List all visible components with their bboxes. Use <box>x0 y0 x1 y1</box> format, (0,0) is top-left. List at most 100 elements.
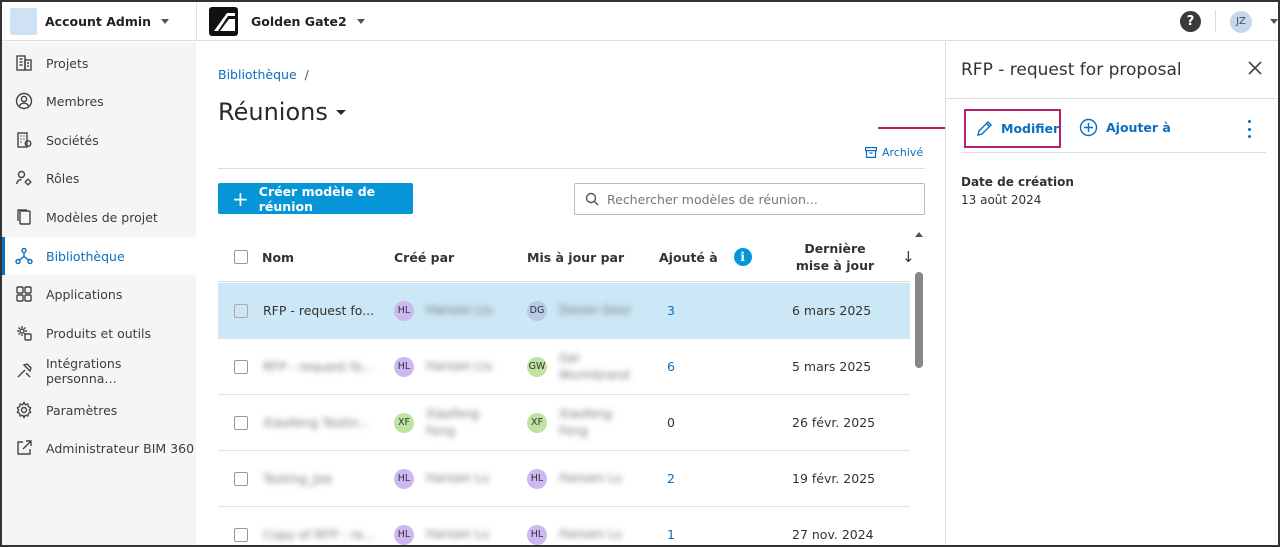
external-link-icon <box>14 438 34 458</box>
scroll-up-icon[interactable] <box>915 232 923 237</box>
table-row[interactable]: Xiaofeng Testin... XF Xiaofeng Feng XF X… <box>218 395 910 451</box>
search-box[interactable] <box>574 183 925 215</box>
modify-button[interactable]: Modifier <box>964 109 1061 148</box>
template-icon <box>14 207 34 227</box>
main-content: Bibliothèque / Réunions Archivé + Créer m… <box>196 42 945 545</box>
row-added-count[interactable]: 6 <box>667 339 675 394</box>
breadcrumb: Bibliothèque / <box>218 67 309 82</box>
modify-label: Modifier <box>1001 121 1060 136</box>
add-to-button[interactable]: Ajouter à <box>1079 118 1171 137</box>
row-updated-by: HL Hansen Lu <box>527 451 622 506</box>
avatar: HL <box>527 468 547 489</box>
sidebar-item-projets[interactable]: Projets <box>2 44 196 82</box>
divider <box>1215 10 1216 32</box>
account-switcher[interactable]: Account Admin <box>10 6 170 36</box>
row-checkbox[interactable] <box>234 395 248 450</box>
sidebar: Projets Membres Sociétés Rôles Modèles d… <box>2 42 196 545</box>
pencil-icon <box>976 120 993 137</box>
sidebar-item-membres[interactable]: Membres <box>2 82 196 120</box>
sidebar-item-integrations[interactable]: Intégrations personna… <box>2 352 196 390</box>
sidebar-item-societes[interactable]: Sociétés <box>2 121 196 159</box>
row-created-by: HL Hansen Lu <box>394 507 489 545</box>
close-icon[interactable] <box>1246 59 1264 77</box>
select-all-checkbox[interactable] <box>234 232 248 282</box>
page-title-text: Réunions <box>218 98 328 126</box>
row-added-count[interactable]: 2 <box>667 451 675 506</box>
details-panel: RFP - request for proposal Modifier Ajou… <box>945 42 1278 545</box>
row-date: 26 févr. 2025 <box>792 415 876 430</box>
avatar: XF <box>527 412 547 433</box>
column-updated-by[interactable]: Mis à jour par <box>527 232 624 282</box>
avatar: GW <box>527 356 547 377</box>
library-icon <box>14 246 34 266</box>
create-button-label: Créer modèle de réunion <box>258 183 376 214</box>
row-checkbox[interactable] <box>234 339 248 394</box>
table-header: Nom Créé par Mis à jour par Ajouté à i D… <box>218 232 915 282</box>
row-added-count[interactable]: 3 <box>667 283 675 338</box>
row-added-count[interactable]: 1 <box>667 507 675 545</box>
column-created-by[interactable]: Créé par <box>394 232 454 282</box>
sidebar-item-label: Bibliothèque <box>46 248 125 264</box>
panel-title: RFP - request for proposal <box>961 60 1182 80</box>
search-input[interactable] <box>607 191 907 207</box>
person-name: Hansen Lu <box>559 471 623 485</box>
user-circle-icon <box>14 91 34 111</box>
row-checkbox[interactable] <box>234 507 248 545</box>
create-meeting-template-button[interactable]: + Créer modèle de réunion <box>218 183 413 214</box>
sort-descending-icon[interactable]: ↓ <box>902 248 915 266</box>
divider <box>961 152 1266 153</box>
row-name[interactable]: Testing_Joe <box>263 451 332 506</box>
sidebar-item-bibliotheque[interactable]: Bibliothèque <box>2 237 196 275</box>
sidebar-item-bim360-admin[interactable]: Administrateur BIM 360 <box>2 429 196 467</box>
sidebar-item-applications[interactable]: Applications <box>2 275 196 313</box>
avatar: HL <box>527 524 547 545</box>
sidebar-item-label: Modèles de projet <box>46 209 158 225</box>
person-name: Xiaofeng Feng <box>559 406 613 438</box>
chevron-down-icon[interactable] <box>1270 19 1278 24</box>
page-title[interactable]: Réunions <box>218 98 346 126</box>
apps-grid-icon <box>14 284 34 304</box>
avatar: HL <box>394 524 414 545</box>
row-name[interactable]: RFP - request fo... <box>263 339 374 394</box>
company-icon <box>14 130 34 150</box>
sidebar-item-roles[interactable]: Rôles <box>2 159 196 197</box>
row-updated-by: GW Gal Wurmbrand <box>527 339 630 394</box>
row-date: 27 nov. 2024 <box>792 527 874 542</box>
search-icon <box>585 192 599 206</box>
sidebar-item-modeles-de-projet[interactable]: Modèles de projet <box>2 198 196 236</box>
table-scrollbar[interactable] <box>914 232 924 545</box>
row-checkbox[interactable] <box>234 451 248 506</box>
row-updated-by: HL Hansen Lu <box>527 507 622 545</box>
sidebar-item-label: Paramètres <box>46 402 118 418</box>
row-updated-by: DG Donon Gour <box>527 283 631 338</box>
column-name[interactable]: Nom <box>262 232 294 282</box>
app-frame: Account Admin Golden Gate2 ? JZ Projets <box>0 0 1280 547</box>
sidebar-item-label: Administrateur BIM 360 <box>46 440 195 456</box>
sidebar-item-parametres[interactable]: Paramètres <box>2 391 196 429</box>
sidebar-item-produits-et-outils[interactable]: Produits et outils <box>2 314 196 352</box>
help-icon[interactable]: ? <box>1180 11 1201 32</box>
row-checkbox[interactable] <box>234 283 248 338</box>
person-name: Hansen Liu <box>426 303 493 317</box>
row-name[interactable]: RFP - request fo... <box>263 283 374 338</box>
table-row[interactable]: Copy of RFP - re... HL Hansen Lu HL Hans… <box>218 507 910 545</box>
table-row[interactable]: RFP - request fo... HL Hansen Liu GW Gal… <box>218 339 910 395</box>
divider <box>946 98 1278 99</box>
user-avatar[interactable]: JZ <box>1230 11 1252 33</box>
column-added-to[interactable]: Ajouté à i <box>659 232 752 282</box>
row-name[interactable]: Xiaofeng Testin... <box>263 395 370 450</box>
table-row[interactable]: Testing_Joe HL Hansen Lu HL Hansen Lu 2 … <box>218 451 910 507</box>
more-options-icon[interactable] <box>1246 120 1252 138</box>
plus-circle-icon <box>1079 118 1098 137</box>
archive-icon <box>865 147 877 158</box>
row-name[interactable]: Copy of RFP - re... <box>263 507 375 545</box>
archive-link[interactable]: Archivé <box>865 146 923 159</box>
breadcrumb-link[interactable]: Bibliothèque <box>218 67 297 82</box>
info-icon[interactable]: i <box>733 248 752 266</box>
row-date: 5 mars 2025 <box>792 359 872 374</box>
column-last-update[interactable]: Dernière mise à jour <box>790 232 880 282</box>
project-switcher[interactable]: Golden Gate2 <box>209 6 365 36</box>
table-row[interactable]: RFP - request fo... HL Hansen Liu DG Don… <box>218 283 910 339</box>
chevron-down-icon <box>161 18 170 24</box>
scroll-thumb[interactable] <box>915 272 923 368</box>
